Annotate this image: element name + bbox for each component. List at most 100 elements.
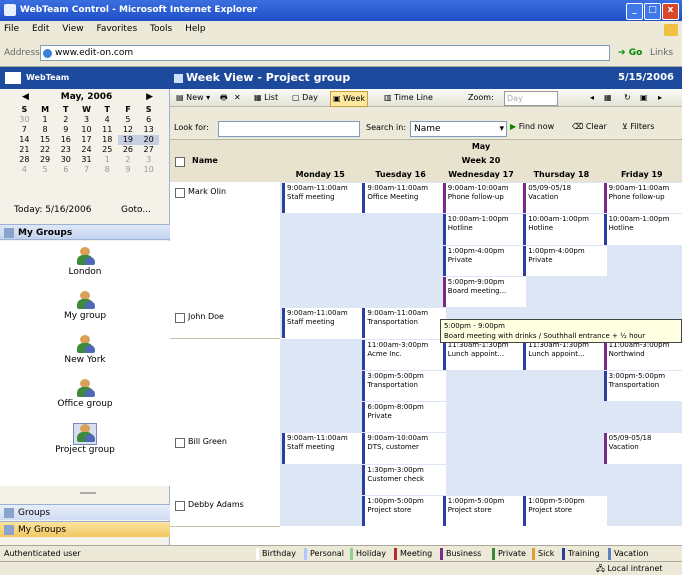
close-button[interactable]: x: [662, 3, 679, 20]
calendar-day[interactable]: 11: [97, 125, 118, 135]
time-slot[interactable]: [440, 432, 523, 465]
calendar-day[interactable]: 18: [97, 135, 118, 145]
today-link[interactable]: Today: 5/16/2006: [14, 205, 91, 215]
maximize-button[interactable]: □: [644, 3, 661, 20]
appointment[interactable]: 9:00am-10:00am Phone follow-up: [442, 183, 527, 214]
day-header[interactable]: Thursday 18: [521, 168, 603, 183]
appointment[interactable]: 10:00am-1:00pm Hotline: [603, 214, 682, 245]
time-slot[interactable]: [440, 463, 523, 496]
person-row-header[interactable]: [170, 213, 281, 246]
new-button[interactable]: ▤ New ▾: [174, 91, 212, 105]
appointment[interactable]: 9:00am-11:00am Staff meeting: [282, 308, 366, 339]
calendar-day[interactable]: 3: [76, 115, 97, 125]
list-view-button[interactable]: ▦ List: [252, 91, 280, 105]
time-slot[interactable]: [521, 401, 603, 434]
nav-groups[interactable]: Groups: [0, 504, 170, 520]
time-slot[interactable]: [360, 275, 442, 309]
calendar-icon[interactable]: ▦: [602, 91, 614, 105]
appointment[interactable]: 10:00am-1:00pm Hotline: [523, 214, 607, 245]
forward-icon[interactable]: ▸: [656, 91, 664, 105]
calendar-day[interactable]: 21: [14, 145, 35, 155]
appointment[interactable]: 9:00am-11:00am Office Meeting: [362, 183, 446, 214]
calendar-day[interactable]: 25: [97, 145, 118, 155]
find-now-button[interactable]: ▶ Find now: [510, 122, 554, 131]
appointment[interactable]: 1:00pm-5:00pm Project store: [523, 496, 607, 527]
time-slot[interactable]: [280, 401, 362, 434]
nav-my-groups[interactable]: My Groups: [0, 521, 170, 537]
clear-button[interactable]: ⌫ Clear: [572, 122, 607, 131]
menu-edit[interactable]: Edit: [32, 24, 49, 34]
appointment[interactable]: 5:00pm-9:00pm Board meeting...: [442, 276, 527, 308]
appointment[interactable]: 9:00am-11:00am Phone follow-up: [603, 183, 682, 214]
links-label[interactable]: Links: [650, 48, 673, 58]
time-slot[interactable]: [521, 369, 603, 403]
group-item-london[interactable]: London: [0, 247, 170, 278]
day-header[interactable]: Friday 19: [601, 168, 682, 183]
calendar-day[interactable]: 7: [76, 165, 97, 175]
calendar-day[interactable]: 15: [35, 135, 56, 145]
calendar-day[interactable]: 6: [55, 165, 76, 175]
appointment[interactable]: 9:00am-11:00am Staff meeting: [282, 433, 366, 464]
time-slot[interactable]: [601, 275, 682, 309]
menu-file[interactable]: File: [4, 24, 19, 34]
day-view-button[interactable]: ▢ Day: [290, 91, 320, 105]
prev-month-button[interactable]: ◀: [22, 92, 29, 102]
filters-button[interactable]: ⊻ Filters: [622, 122, 654, 131]
appointment[interactable]: 1:00pm-5:00pm Project store: [442, 496, 527, 527]
time-slot[interactable]: [521, 275, 603, 309]
appointment[interactable]: 05/09-05/18 Vacation: [603, 433, 682, 464]
calendar-day[interactable]: 1: [97, 155, 118, 165]
calendar-day[interactable]: 8: [97, 165, 118, 175]
appointment[interactable]: 6:00pm-8:00pm Private: [362, 402, 446, 433]
time-slot[interactable]: [601, 463, 682, 496]
person-row-header[interactable]: [170, 275, 281, 309]
calendar-day[interactable]: 5: [118, 115, 139, 125]
next-month-button[interactable]: ▶: [146, 92, 153, 102]
search-in-select[interactable]: Name ▾: [410, 121, 507, 137]
person-checkbox[interactable]: [175, 188, 185, 198]
time-slot[interactable]: [280, 369, 362, 403]
minimize-button[interactable]: _: [626, 3, 643, 20]
time-slot[interactable]: [521, 432, 603, 465]
appointment[interactable]: 9:00am-11:00am Transportation: [362, 308, 446, 339]
time-slot[interactable]: [440, 401, 523, 434]
calendar-day[interactable]: 7: [14, 125, 35, 135]
group-item-office-group[interactable]: Office group: [0, 379, 170, 410]
calendar-day[interactable]: 23: [55, 145, 76, 155]
refresh-icon[interactable]: ↻: [622, 91, 633, 105]
appointment[interactable]: 3:00pm-5:00pm Transportation: [362, 370, 446, 402]
calendar-day[interactable]: 10: [138, 165, 159, 175]
group-item-new-york[interactable]: New York: [0, 335, 170, 366]
goto-link[interactable]: Goto...: [121, 205, 151, 215]
calendar-day[interactable]: 26: [118, 145, 139, 155]
day-header[interactable]: Wednesday 17: [440, 168, 523, 183]
person-row-header[interactable]: [170, 401, 281, 434]
select-all-checkbox[interactable]: [175, 157, 185, 167]
calendar-day[interactable]: 2: [118, 155, 139, 165]
day-header[interactable]: Monday 15: [280, 168, 362, 183]
time-slot[interactable]: [280, 213, 362, 246]
time-slot[interactable]: [440, 369, 523, 403]
calendar-day[interactable]: 3: [138, 155, 159, 165]
time-slot[interactable]: [280, 495, 362, 528]
time-slot[interactable]: [280, 275, 362, 309]
calendar-day[interactable]: 14: [14, 135, 35, 145]
menu-view[interactable]: View: [62, 24, 83, 34]
print-icon[interactable]: 🖶: [218, 91, 230, 105]
appointment[interactable]: 11:00am-3:00pm Acme Inc.: [362, 339, 446, 370]
week-view-button[interactable]: ▣ Week: [330, 91, 369, 107]
calendar-day[interactable]: 10: [76, 125, 97, 135]
zoom-select[interactable]: Day: [504, 91, 558, 106]
appointment[interactable]: 10:00am-1:00pm Hotline: [442, 214, 527, 245]
group-item-project-group[interactable]: Project group: [0, 423, 170, 456]
calendar-day[interactable]: 20: [138, 135, 159, 145]
address-input[interactable]: www.edit-on.com: [40, 45, 610, 61]
save-icon[interactable]: ▣: [638, 91, 650, 105]
person-row-header[interactable]: John Doe: [170, 307, 281, 340]
menu-favorites[interactable]: Favorites: [96, 24, 137, 34]
calendar-day[interactable]: 8: [35, 125, 56, 135]
person-row-header[interactable]: [170, 369, 281, 403]
calendar-day[interactable]: 9: [55, 125, 76, 135]
calendar-day[interactable]: 31: [76, 155, 97, 165]
calendar-day[interactable]: 4: [14, 165, 35, 175]
